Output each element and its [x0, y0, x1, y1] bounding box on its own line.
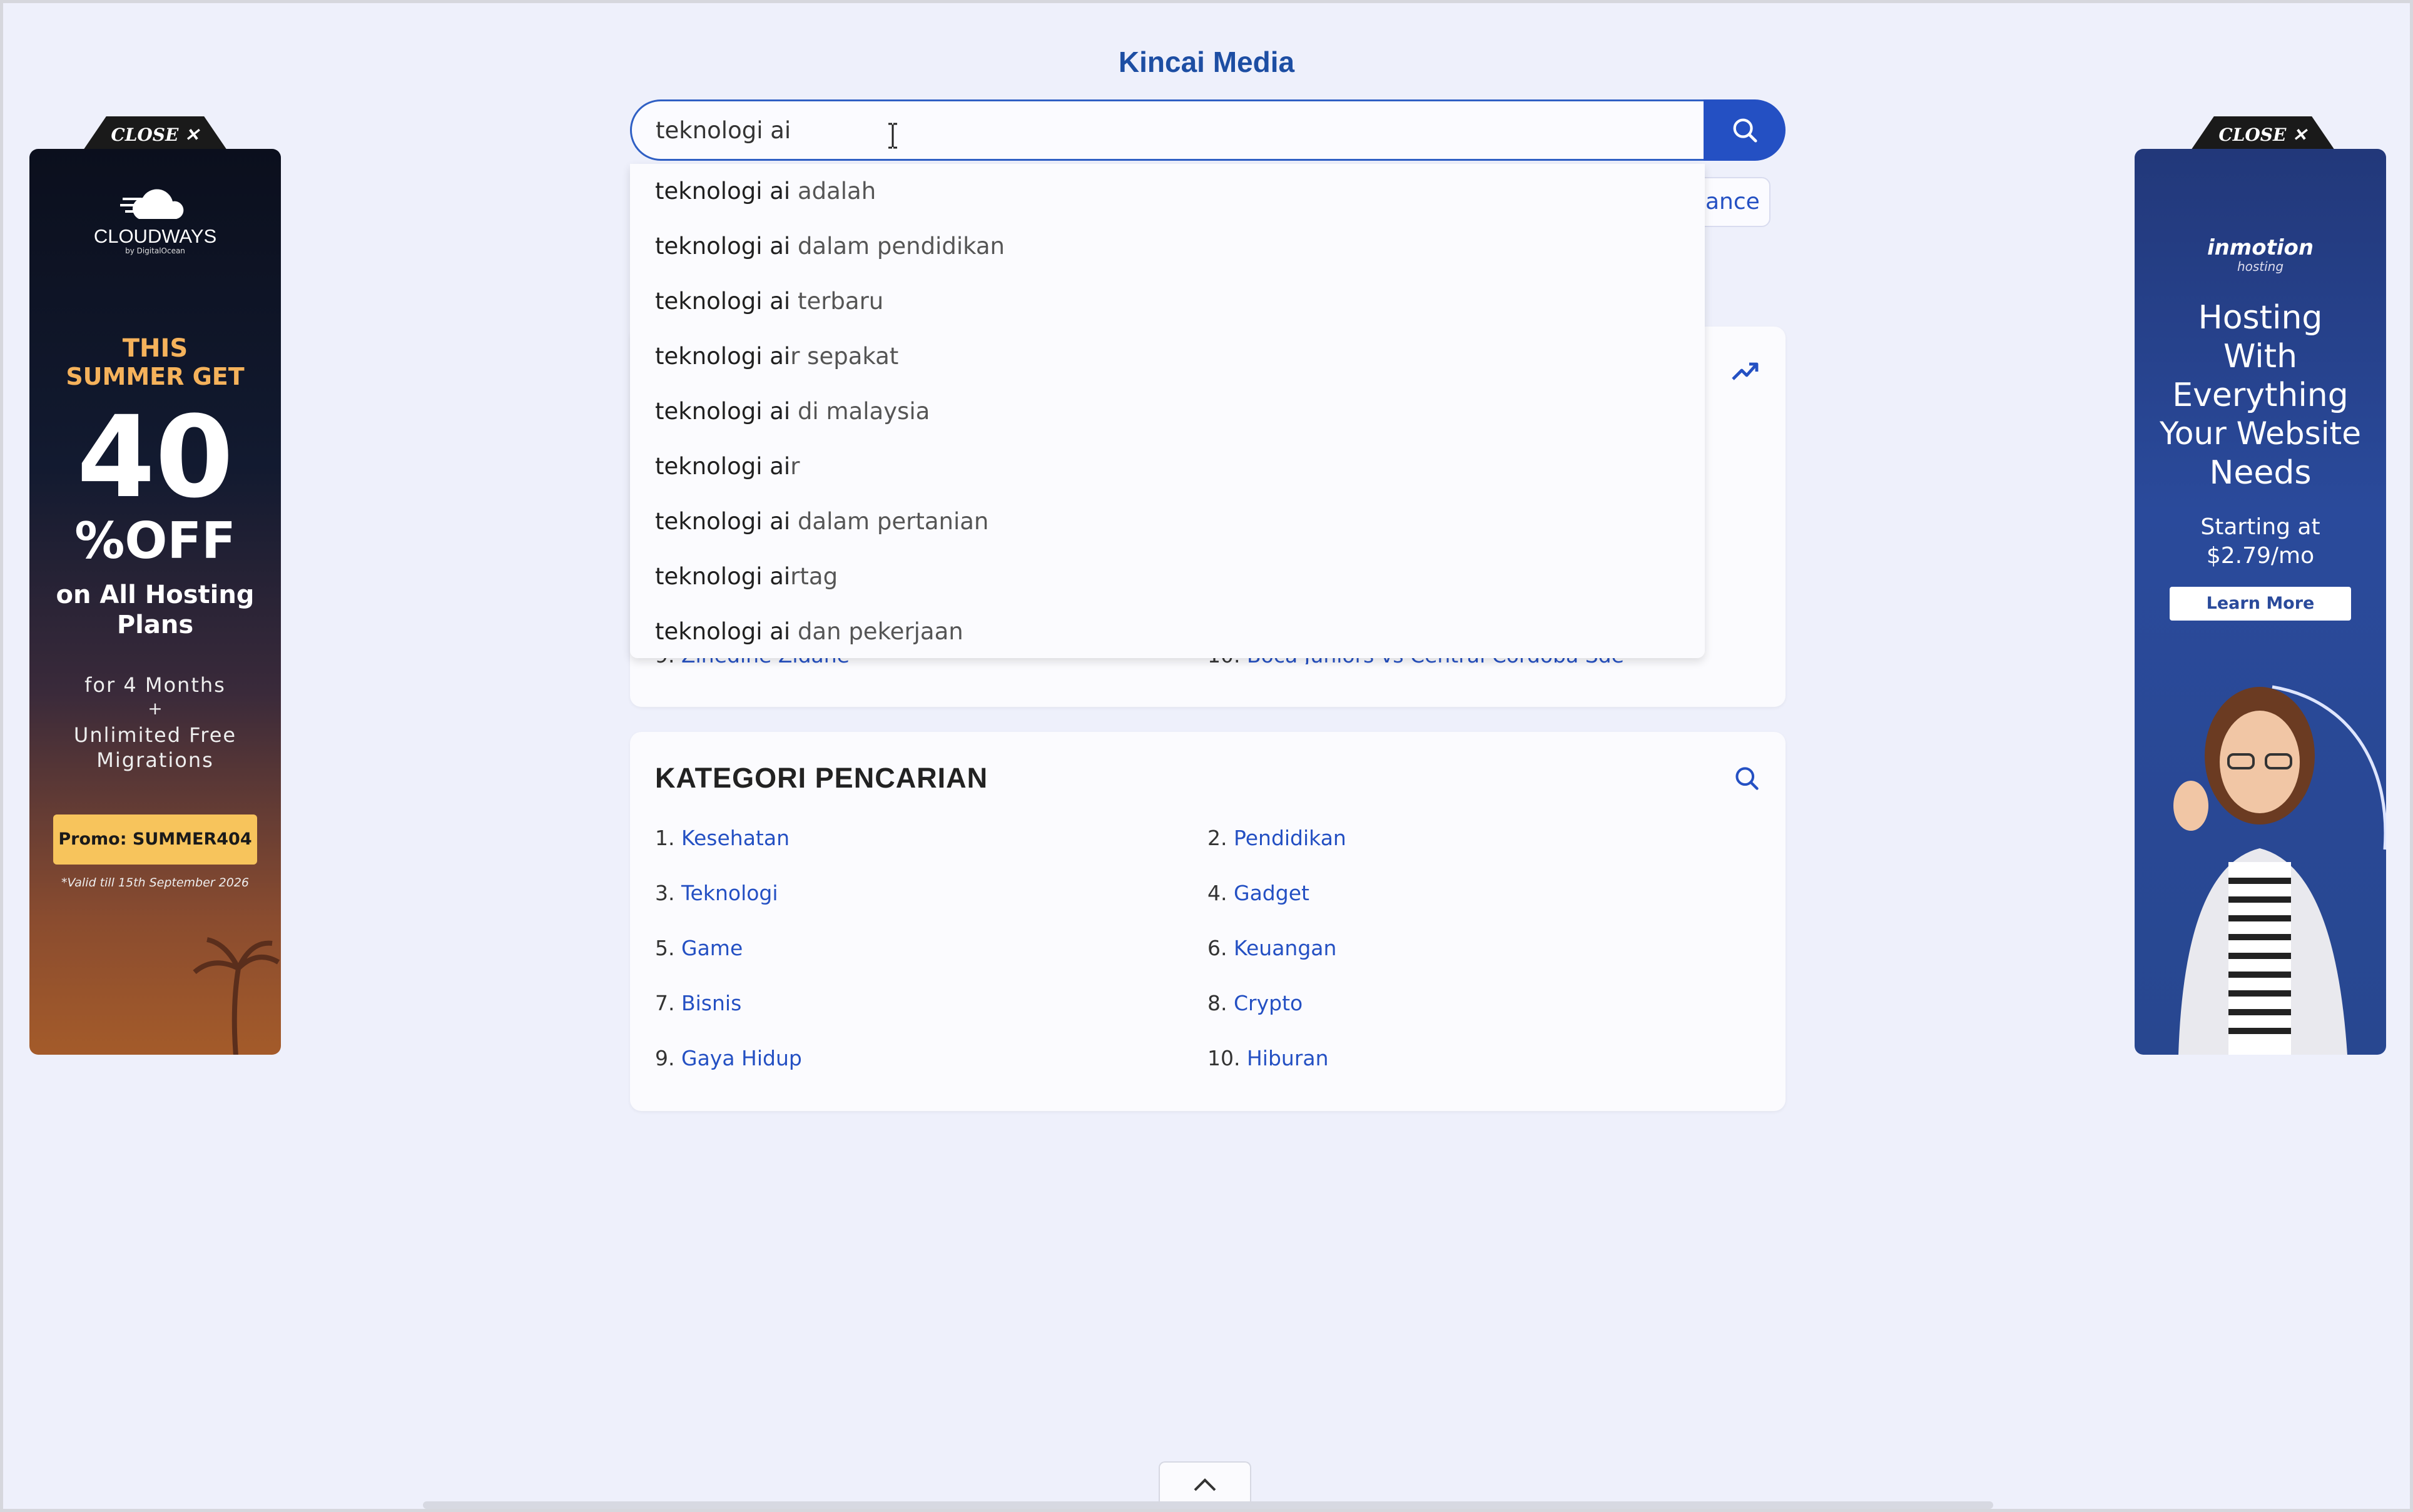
ad-left-line4: Plans	[116, 611, 194, 639]
search-bar	[630, 99, 1786, 161]
trending-up-icon	[1732, 362, 1759, 380]
ad-right-line2: With	[2223, 338, 2298, 375]
ad-right-learn-more-button[interactable]: Learn More	[2170, 587, 2351, 621]
kategori-item[interactable]: 5. Game	[655, 936, 743, 960]
ad-left-line6: +	[148, 698, 163, 719]
suggestion-item[interactable]: teknologi ai di malaysia	[630, 384, 1705, 439]
suggestion-item[interactable]: teknologi airtag	[630, 549, 1705, 604]
ad-left-line5: for 4 Months	[84, 673, 226, 697]
kategori-item[interactable]: 4. Gadget	[1207, 881, 1309, 905]
ad-right-line3: Everything	[2172, 377, 2349, 414]
kategori-item[interactable]: 7. Bisnis	[655, 991, 741, 1015]
palm-tree-icon	[193, 937, 280, 1055]
ad-left-line3: on All Hosting	[56, 581, 255, 609]
kategori-item[interactable]: 3. Teknologi	[655, 881, 778, 905]
ad-left-banner[interactable]: CLOUDWAYS by DigitalOcean THIS SUMMER GE…	[29, 149, 281, 1055]
search-icon	[1733, 118, 1757, 143]
kategori-item[interactable]: 1. Kesehatan	[655, 826, 790, 850]
site-title[interactable]: Kincai Media	[0, 45, 2413, 79]
ad-right-banner[interactable]: inmotion hosting Hosting With Everything…	[2135, 149, 2386, 1055]
woman-illustration	[2173, 685, 2386, 1055]
search-button[interactable]	[1704, 99, 1786, 161]
search-suggestions: teknologi ai adalah teknologi ai dalam p…	[630, 164, 1705, 658]
chevron-up-icon	[1194, 1478, 1216, 1491]
ad-right-line4: Your Website	[2160, 415, 2361, 452]
suggestion-item[interactable]: teknologi ai dan pekerjaan	[630, 604, 1705, 659]
cloud-logo-icon	[120, 189, 184, 219]
ad-right-line5: Needs	[2209, 454, 2312, 492]
suggestion-item[interactable]: teknologi air	[630, 439, 1705, 494]
suggestion-item[interactable]: teknologi ai dalam pendidikan	[630, 219, 1705, 274]
ad-right-line6: Starting at	[2200, 514, 2320, 540]
kategori-item[interactable]: 6. Keuangan	[1207, 936, 1336, 960]
ad-left-line8: Migrations	[96, 748, 214, 772]
ad-left-brand-sub: by DigitalOcean	[125, 246, 185, 255]
kategori-item[interactable]: 10. Hiburan	[1207, 1046, 1329, 1070]
search-input[interactable]	[630, 99, 1706, 161]
suggestion-item[interactable]: teknologi ai adalah	[630, 164, 1705, 219]
text-cursor-icon	[888, 123, 897, 149]
kategori-title: KATEGORI PENCARIAN	[655, 762, 988, 794]
ad-left-promo-code[interactable]: Promo: SUMMER404	[53, 814, 257, 865]
ad-right-line1: Hosting	[2198, 299, 2323, 337]
ad-left-big-number: 40	[76, 392, 234, 523]
suggestion-item[interactable]: teknologi ai terbaru	[630, 274, 1705, 329]
kategori-item[interactable]: 8. Crypto	[1207, 991, 1303, 1015]
search-icon	[1735, 767, 1759, 790]
kategori-item[interactable]: 9. Gaya Hidup	[655, 1046, 802, 1070]
ad-left-brand: CLOUDWAYS	[93, 225, 217, 247]
ad-left-line2: SUMMER GET	[66, 363, 245, 390]
ad-left-line7: Unlimited Free	[73, 723, 237, 747]
bottom-bar	[423, 1501, 1993, 1509]
ad-right-close-button[interactable]: CLOSE ✕	[2191, 116, 2335, 150]
suggestion-item[interactable]: teknologi air sepakat	[630, 329, 1705, 384]
ad-left-percent: %OFF	[74, 512, 236, 570]
ad-left-valid: *Valid till 15th September 2026	[61, 876, 250, 890]
kategori-item[interactable]: 2. Pendidikan	[1207, 826, 1346, 850]
ad-left-close-button[interactable]: CLOSE ✕	[83, 116, 227, 150]
ad-right-brand: inmotion	[2207, 235, 2314, 260]
scroll-top-button[interactable]	[1159, 1461, 1251, 1506]
ad-right-line7: $2.79/mo	[2206, 543, 2315, 569]
kategori-card: KATEGORI PENCARIAN 1. Kesehatan 2. Pendi…	[630, 732, 1786, 1111]
ad-right-brand-sub: hosting	[2237, 259, 2284, 274]
suggestion-item[interactable]: teknologi ai dalam pertanian	[630, 494, 1705, 549]
ad-left-line1: THIS	[122, 334, 188, 363]
